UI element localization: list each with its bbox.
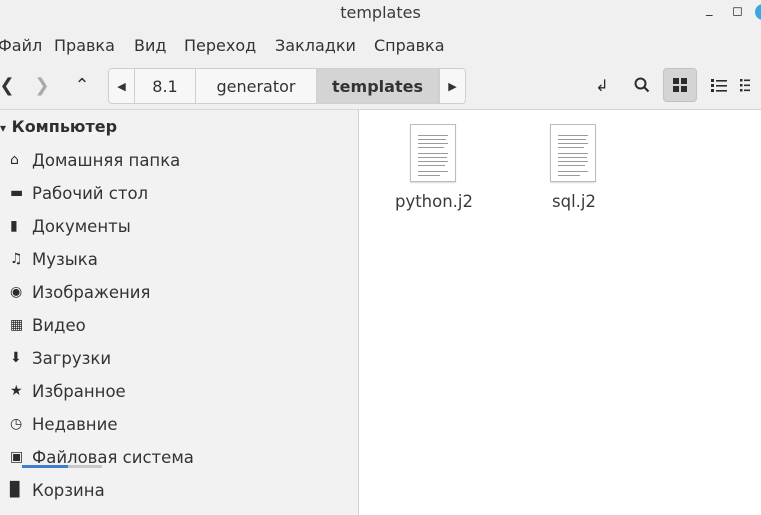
sidebar-header-label: Компьютер <box>11 117 118 136</box>
star-icon: ★ <box>10 383 23 399</box>
music-icon: ♫ <box>10 251 23 267</box>
breadcrumb-left-arrow-icon[interactable]: ◀ <box>109 69 135 103</box>
menu-help[interactable]: Справка <box>374 36 445 55</box>
sidebar-item-recent[interactable]: ◷ Недавние <box>10 411 350 437</box>
sidebar-item-favorites[interactable]: ★ Избранное <box>10 378 350 404</box>
sidebar-item-label: Рабочий стол <box>32 183 149 203</box>
menu-view[interactable]: Вид <box>134 36 166 55</box>
sidebar-item-label: Музыка <box>32 249 98 269</box>
disk-usage-bar <box>22 465 102 468</box>
download-icon: ⬇ <box>10 350 22 366</box>
film-icon: ▦ <box>10 317 24 333</box>
sidebar-item-documents[interactable]: ▮ Документы <box>10 213 350 239</box>
back-icon[interactable]: ❮ <box>0 68 24 102</box>
up-icon[interactable]: ⌃ <box>65 68 99 102</box>
sidebar-item-trash[interactable]: ▉ Корзина <box>10 477 350 503</box>
text-file-icon <box>550 124 596 182</box>
forward-icon[interactable]: ❯ <box>25 68 59 102</box>
sidebar-item-label: Недавние <box>32 414 118 434</box>
sidebar-item-desktop[interactable]: ▬ Рабочий стол <box>10 180 350 206</box>
sidebar-item-music[interactable]: ♫ Музыка <box>10 246 350 272</box>
sidebar-item-label: Загрузки <box>32 348 112 368</box>
document-icon: ▮ <box>10 218 18 234</box>
breadcrumb: ◀ 8.1 generator templates ▶ <box>108 68 466 104</box>
file-item[interactable]: python.j2 <box>374 110 494 220</box>
sidebar-item-label: Файловая система <box>32 447 194 467</box>
desktop-icon: ▬ <box>10 185 24 201</box>
sidebar-item-label: Изображения <box>32 282 151 302</box>
sidebar-item-pictures[interactable]: ◉ Изображения <box>10 279 350 305</box>
sidebar-section-computer[interactable]: ▾ Компьютер <box>0 117 117 136</box>
camera-icon: ◉ <box>10 284 23 300</box>
list-view-icon[interactable] <box>702 68 736 102</box>
menu-bookmarks[interactable]: Закладки <box>275 36 356 55</box>
sidebar: ▾ Компьютер ⌂ Домашняя папка ▬ Рабочий с… <box>0 110 359 515</box>
text-file-icon <box>410 124 456 182</box>
drive-icon: ▣ <box>10 449 24 465</box>
title-bar: templates _ ◻ <box>0 0 761 28</box>
menu-go[interactable]: Переход <box>184 36 256 55</box>
breadcrumb-item[interactable]: generator <box>196 69 317 103</box>
window-title: templates <box>340 3 421 22</box>
disk-usage-fill <box>22 465 69 468</box>
menu-file[interactable]: Файл <box>0 36 42 55</box>
menu-bar: Файл Правка Вид Переход Закладки Справка <box>0 28 761 62</box>
file-name: python.j2 <box>394 192 474 211</box>
menu-edit[interactable]: Правка <box>54 36 115 55</box>
sidebar-item-label: Избранное <box>32 381 126 401</box>
sidebar-item-downloads[interactable]: ⬇ Загрузки <box>10 345 350 371</box>
trash-icon: ▉ <box>10 482 21 498</box>
path-toggle-icon[interactable]: ↲ <box>585 68 619 102</box>
maximize-icon[interactable]: ◻ <box>732 4 743 19</box>
compact-view-icon[interactable] <box>740 68 761 102</box>
sidebar-item-videos[interactable]: ▦ Видео <box>10 312 350 338</box>
sidebar-item-label: Документы <box>32 216 131 236</box>
sidebar-item-label: Видео <box>32 315 86 335</box>
home-icon: ⌂ <box>10 152 19 168</box>
icon-view-icon[interactable] <box>663 68 697 102</box>
toolbar: ❮ ❯ ⌃ ◀ 8.1 generator templates ▶ ↲ <box>0 62 761 110</box>
breadcrumb-item[interactable]: 8.1 <box>135 69 196 103</box>
sidebar-item-label: Корзина <box>32 480 105 500</box>
breadcrumb-item-current[interactable]: templates <box>317 69 439 103</box>
file-name: sql.j2 <box>552 192 596 211</box>
sidebar-item-home[interactable]: ⌂ Домашняя папка <box>10 147 350 173</box>
minimize-icon[interactable]: _ <box>706 2 713 17</box>
clock-icon: ◷ <box>10 416 23 432</box>
search-icon[interactable] <box>625 68 659 102</box>
expander-arrow-icon[interactable]: ▾ <box>0 121 6 135</box>
file-view[interactable]: python.j2 sql.j2 <box>359 110 761 515</box>
breadcrumb-right-arrow-icon[interactable]: ▶ <box>439 69 465 103</box>
sidebar-item-label: Домашняя папка <box>32 150 181 170</box>
file-item[interactable]: sql.j2 <box>514 110 634 220</box>
